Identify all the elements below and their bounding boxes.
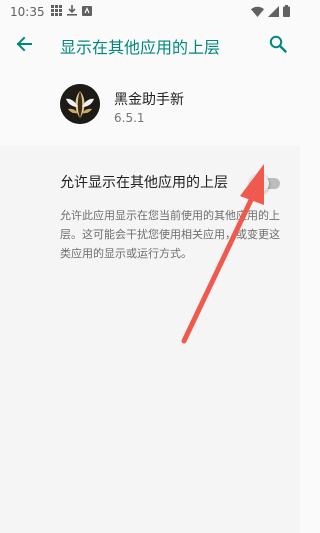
app-version: 6.5.1 (114, 111, 145, 125)
status-bar: 10:35 (0, 0, 300, 24)
battery-icon (283, 5, 290, 20)
app-bar: 显示在其他应用的上层 (0, 24, 300, 64)
permission-panel: 允许显示在其他应用的上层 允许此应用显示在您当前使用的其他应用的上层。这可能会干… (0, 146, 300, 533)
status-time: 10:35 (10, 5, 45, 19)
download-icon (66, 5, 77, 19)
app-name: 黑金助手新 (114, 92, 184, 108)
search-button[interactable] (266, 32, 290, 56)
arrow-back-icon (16, 36, 32, 52)
allow-overlay-label: 允许显示在其他应用的上层 (60, 175, 228, 191)
grid-notification-icon (50, 5, 62, 19)
app-info-header: 黑金助手新 6.5.1 (0, 70, 300, 146)
back-button[interactable] (12, 32, 36, 56)
signal-icon (268, 5, 279, 20)
toggle-thumb (250, 174, 269, 193)
page-title: 显示在其他应用的上层 (60, 38, 221, 57)
app-logo-icon (60, 84, 100, 124)
search-icon (269, 35, 287, 53)
allow-overlay-setting[interactable]: 允许显示在其他应用的上层 (0, 156, 300, 200)
allow-overlay-toggle[interactable] (250, 172, 282, 194)
wifi-icon (251, 6, 264, 20)
app-notification-icon (81, 5, 92, 19)
permission-description: 允许此应用显示在您当前使用的其他应用的上层。这可能会干扰您使用相关应用，或变更这… (60, 209, 280, 260)
